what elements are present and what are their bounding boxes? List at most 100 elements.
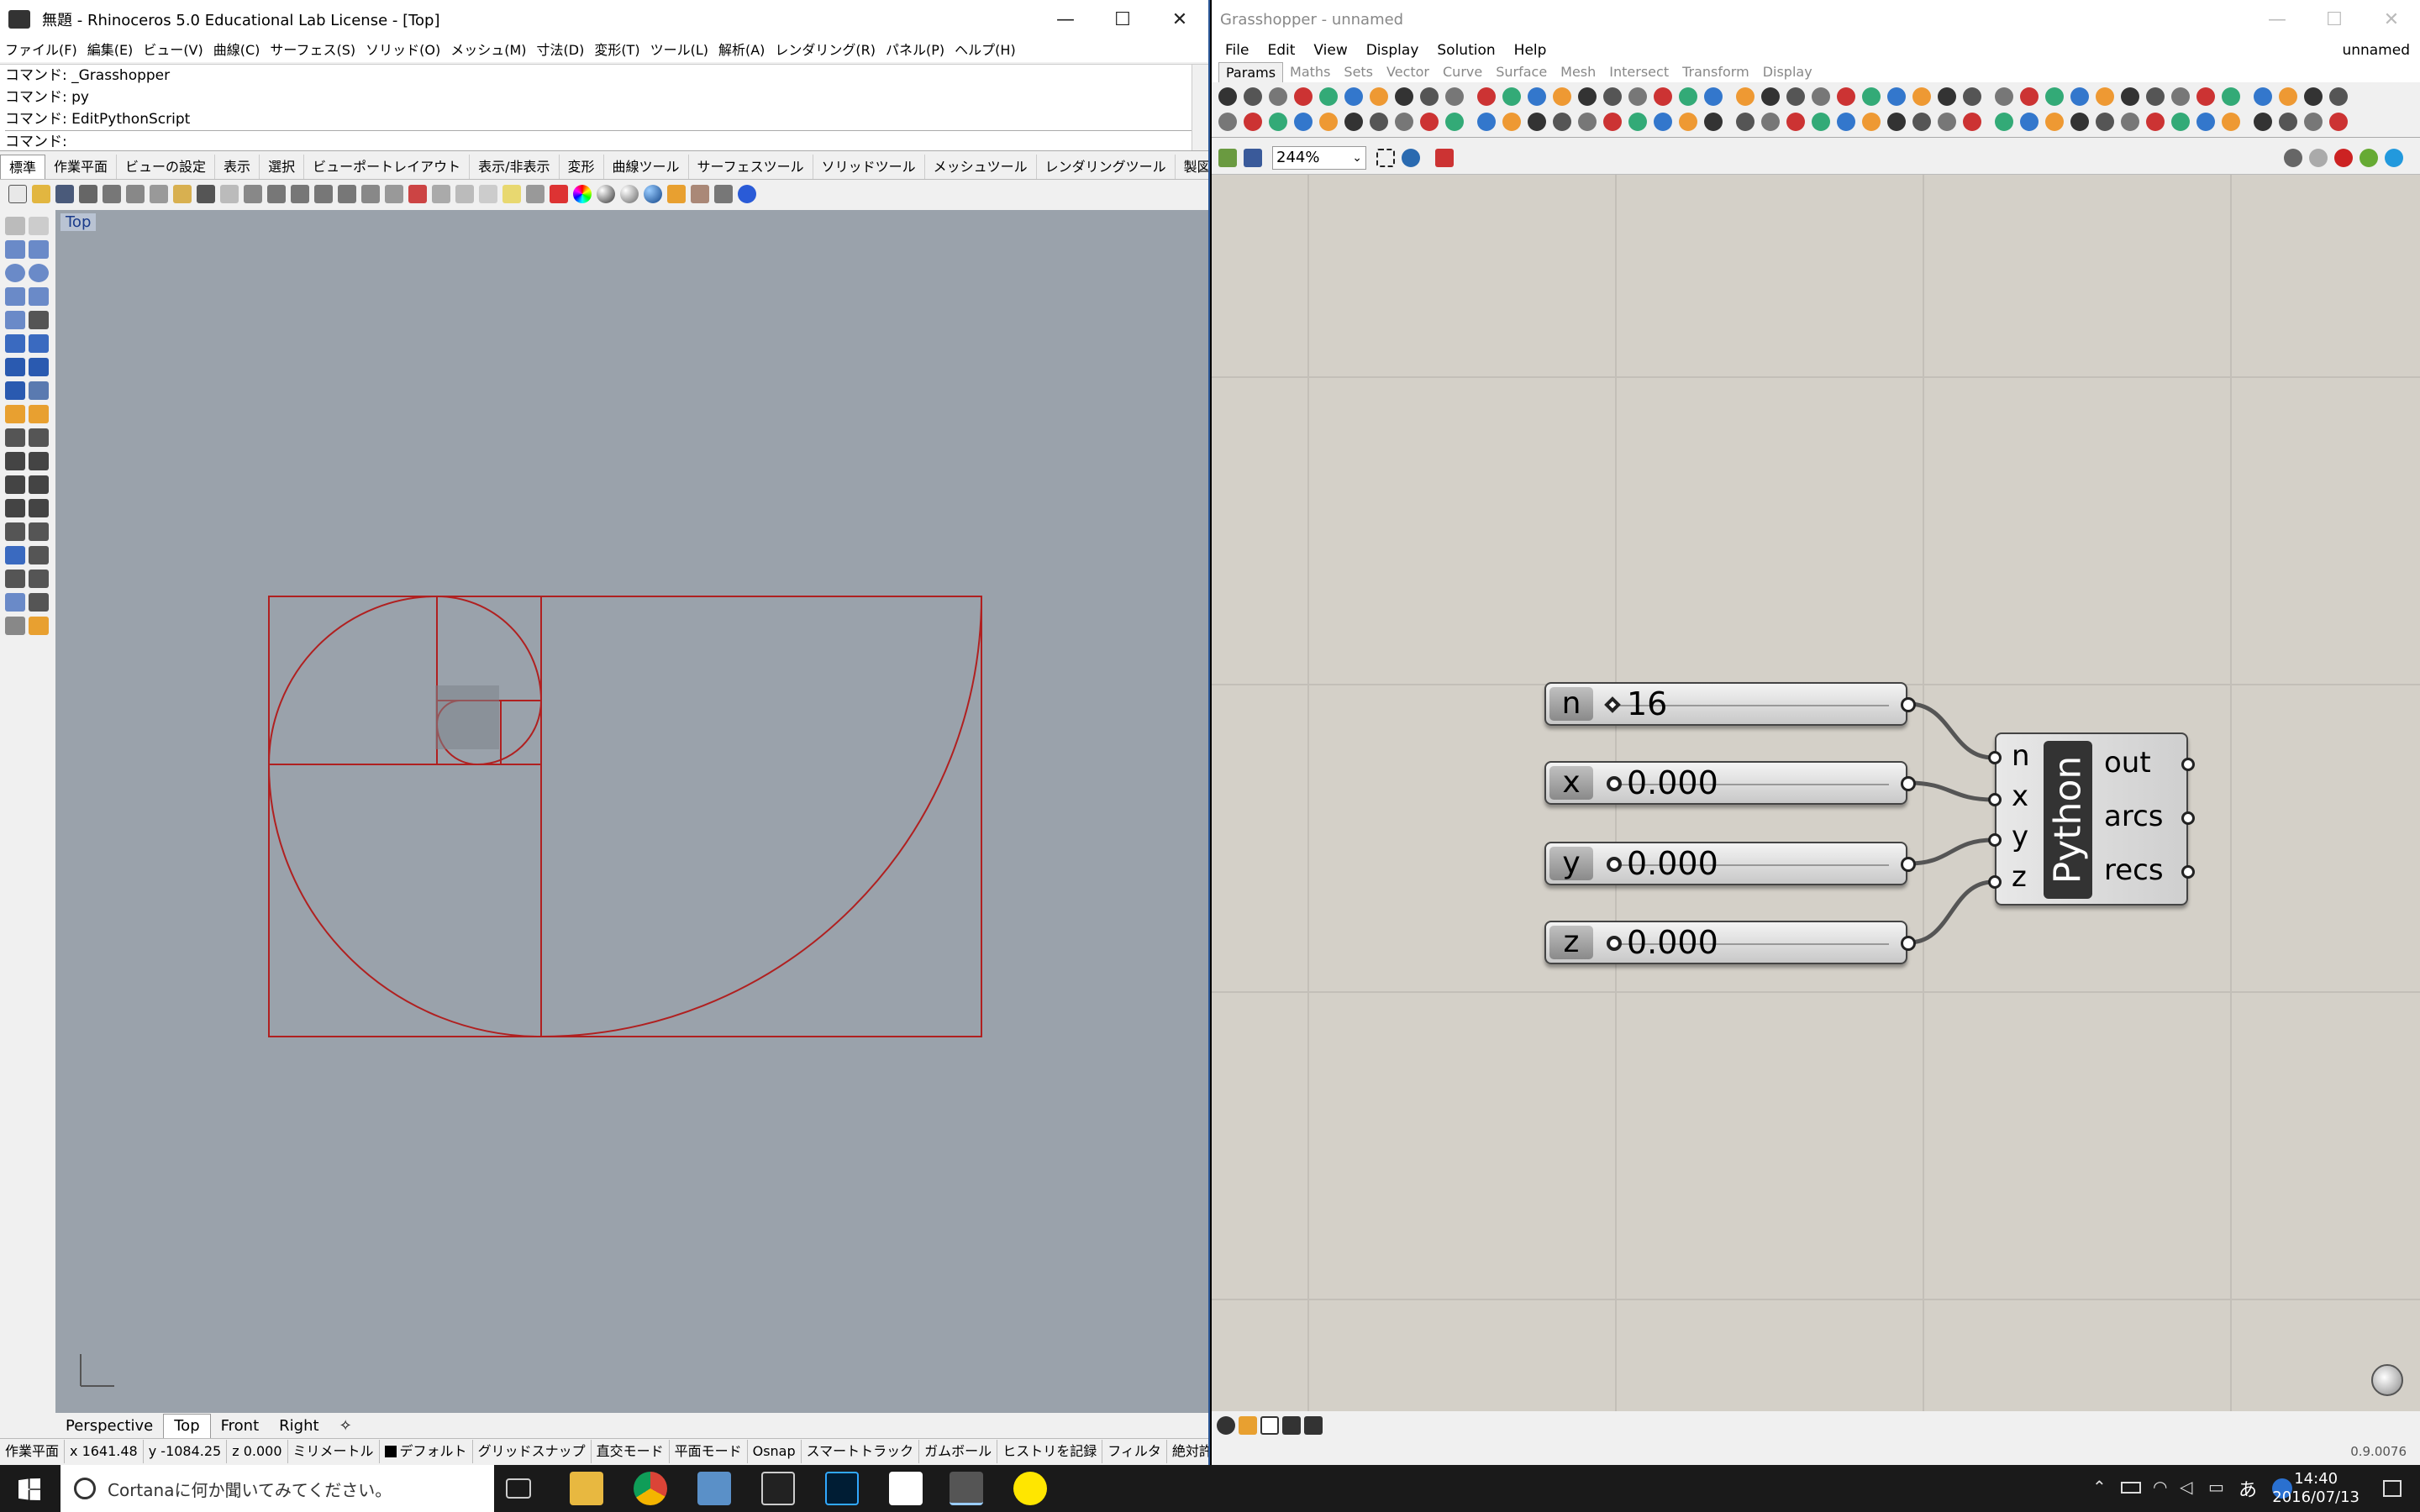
status-grid-snap[interactable]: グリッドスナップ	[473, 1439, 592, 1463]
status-planar[interactable]: 平面モード	[670, 1439, 748, 1463]
component-icon[interactable]	[1887, 87, 1906, 106]
output-grip-icon[interactable]	[1901, 697, 1916, 712]
polygon-icon[interactable]	[5, 311, 25, 329]
volume-icon[interactable]: ◁	[2180, 1477, 2192, 1497]
photos-icon[interactable]	[889, 1472, 923, 1505]
system-clock[interactable]: 14:40 2016/07/13	[2272, 1470, 2360, 1507]
rhino-tab-set-view[interactable]: ビューの設定	[117, 155, 216, 179]
component-icon[interactable]	[1603, 87, 1622, 106]
viewport-tab-top[interactable]: Top	[163, 1414, 211, 1439]
render-tool-icon[interactable]	[5, 617, 25, 635]
rhino-tab-visibility[interactable]: 表示/非表示	[470, 155, 560, 179]
rhino-tab-curve-tools[interactable]: 曲線ツール	[604, 155, 689, 179]
component-icon[interactable]	[1938, 113, 1956, 131]
component-icon[interactable]	[2070, 113, 2089, 131]
block-icon[interactable]	[5, 546, 25, 564]
component-icon[interactable]	[1786, 113, 1805, 131]
component-icon[interactable]	[1812, 87, 1830, 106]
component-icon[interactable]	[2020, 113, 2039, 131]
gh-menu-solution[interactable]: Solution	[1437, 39, 1495, 62]
component-icon[interactable]	[2045, 87, 2064, 106]
component-icon[interactable]	[1528, 87, 1546, 106]
output-grip-icon[interactable]	[1901, 857, 1916, 872]
copy-icon[interactable]	[150, 185, 168, 203]
component-icon[interactable]	[2279, 113, 2297, 131]
rendered-sphere-icon[interactable]	[620, 185, 639, 203]
mirror-icon[interactable]	[29, 475, 49, 494]
zoom-extents-icon[interactable]	[314, 185, 333, 203]
zoom-level-dropdown[interactable]: 244% ⌄	[1272, 146, 1366, 170]
add-viewport-icon[interactable]: ✧	[329, 1415, 362, 1438]
status-tolerance[interactable]: 絶対許容差...	[1167, 1440, 1208, 1463]
align-icon[interactable]	[1282, 1416, 1301, 1435]
rhino-close-button[interactable]: ✕	[1151, 0, 1208, 39]
component-icon[interactable]	[1502, 87, 1521, 106]
navigation-compass-icon[interactable]	[2371, 1364, 2403, 1396]
command-prompt-input[interactable]: コマンド:	[5, 130, 1208, 152]
curve-icon[interactable]	[29, 240, 49, 259]
action-center-icon[interactable]	[2383, 1480, 2402, 1497]
gh-maximize-button[interactable]: ☐	[2306, 0, 2363, 39]
slider-n[interactable]: n 16	[1544, 682, 1916, 726]
options-gear-icon[interactable]	[691, 185, 709, 203]
component-icon[interactable]	[1995, 87, 2013, 106]
rhino-tab-cplanes[interactable]: 作業平面	[45, 155, 118, 179]
component-icon[interactable]	[2254, 113, 2272, 131]
input-grip-icon[interactable]	[1988, 751, 2002, 764]
component-icon[interactable]	[1578, 113, 1597, 131]
rhino-menu-dimension[interactable]: 寸法(D)	[537, 39, 585, 62]
component-icon[interactable]	[1963, 113, 1981, 131]
save-icon[interactable]	[1244, 149, 1262, 167]
rhino-menu-file[interactable]: ファイル(F)	[5, 39, 77, 62]
save-icon[interactable]	[55, 185, 74, 203]
component-icon[interactable]	[2096, 113, 2114, 131]
terminal-icon[interactable]	[761, 1472, 795, 1505]
component-icon[interactable]	[1887, 113, 1906, 131]
undo-icon[interactable]	[197, 185, 215, 203]
rhino-tab-drafting[interactable]: 製図	[1176, 155, 1208, 179]
component-icon[interactable]	[1445, 113, 1464, 131]
rhino-tab-standard[interactable]: 標準	[0, 155, 46, 179]
point-tool-icon[interactable]	[29, 217, 49, 235]
four-view-icon[interactable]	[385, 185, 403, 203]
component-icon[interactable]	[2196, 87, 2215, 106]
slider-x[interactable]: x 0.000	[1544, 761, 1916, 805]
rhino-menu-tools[interactable]: ツール(L)	[650, 39, 708, 62]
rotate-view-icon[interactable]	[244, 185, 262, 203]
component-icon[interactable]	[1553, 87, 1571, 106]
rhino-menu-analyze[interactable]: 解析(A)	[718, 39, 765, 62]
ellipse-icon[interactable]	[29, 264, 49, 282]
input-param-y[interactable]: y	[2012, 820, 2028, 853]
preview-mesh-icon[interactable]	[2385, 149, 2403, 167]
light-icon[interactable]	[502, 185, 521, 203]
shaded-sphere-icon[interactable]	[597, 185, 615, 203]
component-icon[interactable]	[1294, 87, 1313, 106]
viewport-tab-perspective[interactable]: Perspective	[55, 1415, 163, 1438]
fillet-icon[interactable]	[29, 311, 49, 329]
yellow-circle-app-icon[interactable]	[1013, 1472, 1047, 1505]
gh-tab-sets[interactable]: Sets	[1337, 62, 1380, 82]
rhino-menu-panels[interactable]: パネル(P)	[886, 39, 944, 62]
rhino-menu-mesh[interactable]: メッシュ(M)	[450, 39, 526, 62]
component-icon[interactable]	[1319, 87, 1338, 106]
component-icon[interactable]	[1812, 113, 1830, 131]
input-param-n[interactable]: n	[2012, 739, 2030, 773]
component-icon[interactable]	[1370, 113, 1388, 131]
component-icon[interactable]	[1837, 113, 1855, 131]
mesh-icon[interactable]	[29, 381, 49, 400]
status-filter[interactable]: フィルタ	[1102, 1439, 1167, 1463]
component-icon[interactable]	[1786, 87, 1805, 106]
rhino-maximize-button[interactable]: ☐	[1094, 0, 1151, 39]
open-file-icon[interactable]	[1218, 149, 1237, 167]
component-icon[interactable]	[1344, 113, 1363, 131]
lock-icon[interactable]	[526, 185, 544, 203]
slider-knob-icon[interactable]	[1607, 936, 1622, 951]
gh-tab-intersect[interactable]: Intersect	[1602, 62, 1676, 82]
component-icon[interactable]	[1912, 87, 1931, 106]
component-icon[interactable]	[1553, 113, 1571, 131]
status-smarttrack[interactable]: スマートトラック	[802, 1439, 920, 1463]
move-icon[interactable]	[29, 452, 49, 470]
component-icon[interactable]	[1912, 113, 1931, 131]
component-icon[interactable]	[1395, 113, 1413, 131]
component-icon[interactable]	[1761, 87, 1780, 106]
